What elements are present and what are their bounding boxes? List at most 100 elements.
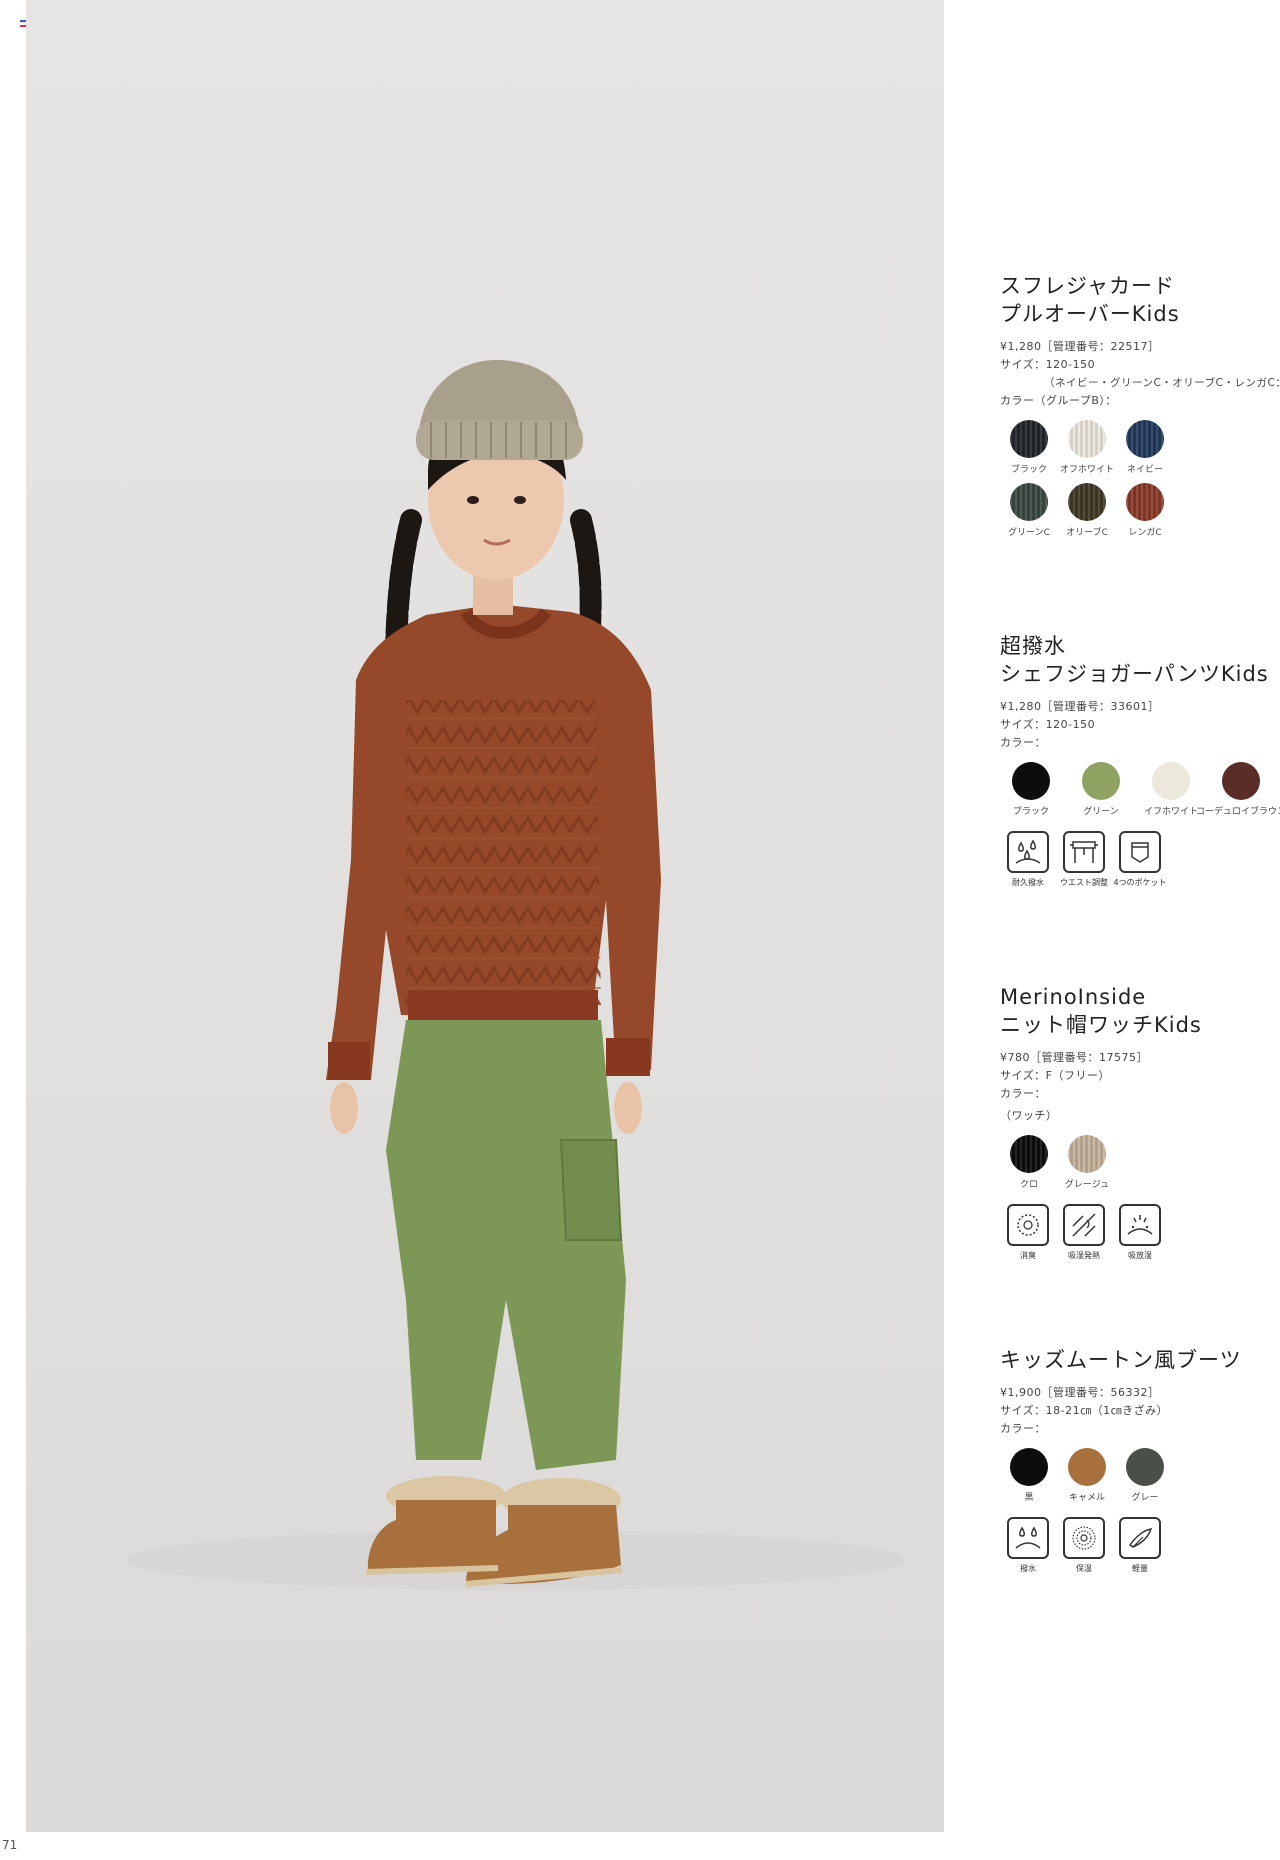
color-swatch: コーデュロイブラウン	[1196, 762, 1280, 817]
swatch-dot	[1068, 1135, 1106, 1173]
color-swatch: グリーンC	[1000, 483, 1058, 538]
color-swatches: クロ グレージュ	[1000, 1135, 1180, 1198]
page-number: 71	[2, 1838, 18, 1852]
product-title-line: MerinoInside	[1000, 985, 1147, 1009]
color-swatch: ブラック	[996, 762, 1066, 817]
color-swatch: 黒	[1000, 1448, 1058, 1503]
color-swatch: キャメル	[1058, 1448, 1116, 1503]
swatch-dot	[1068, 420, 1106, 458]
swatch-name: ブラック	[1012, 807, 1049, 817]
product-title-line: 超撥水	[1000, 634, 1066, 658]
moisture-heat-icon	[1063, 1204, 1105, 1246]
size-line: サイズ：F（フリー）	[1000, 1069, 1110, 1082]
feature-breathable: 吸放湿	[1112, 1204, 1168, 1261]
swatch-dot	[1222, 762, 1260, 800]
feature-icons: 消臭 吸湿発熱 吸放湿	[1000, 1204, 1280, 1261]
swatch-dot	[1082, 762, 1120, 800]
product-kids-mouton-boots: キッズムートン風ブーツ ¥1,900［管理番号：56332］ サイズ：18-21…	[1000, 1346, 1280, 1574]
feature-label: 吸湿発熱	[1068, 1251, 1100, 1260]
price-line: ¥780［管理番号：17575］	[1000, 1051, 1148, 1064]
pocket-icon	[1119, 831, 1161, 873]
size-line: サイズ：120-150	[1000, 718, 1096, 731]
swatch-dot	[1012, 762, 1050, 800]
swatch-dot	[1010, 483, 1048, 521]
size-line: サイズ：120-150 （ネイビー・グリーンC・オリーブC・レンガC：120なし…	[1000, 356, 1280, 392]
product-souffle-jacquard-pullover: スフレジャカード プルオーバーKids ¥1,280［管理番号：22517］ サ…	[1000, 272, 1280, 546]
swatch-name: グリーン	[1083, 807, 1119, 817]
feature-waist-adjust: ウエスト調整	[1056, 831, 1112, 888]
warmth-icon	[1063, 1517, 1105, 1559]
feature-label: 4つのポケット	[1113, 878, 1167, 887]
size-note: （ネイビー・グリーンC・オリーブC・レンガC：120なし）	[1044, 377, 1280, 389]
swatch-name: グレー	[1131, 1493, 1159, 1503]
swatch-name: コーデュロイブラウン	[1196, 807, 1280, 817]
water-repellent-icon	[1007, 1517, 1049, 1559]
product-title: キッズムートン風ブーツ	[1000, 1346, 1280, 1374]
color-label: カラー：	[1000, 1087, 1046, 1100]
swatch-dot	[1010, 1135, 1048, 1173]
feature-label: 撥水	[1020, 1564, 1036, 1573]
price-line: ¥1,280［管理番号：33601］	[1000, 700, 1160, 713]
color-swatch: ネイビー	[1116, 420, 1174, 475]
product-title-line: シェフジョガーパンツKids	[1000, 662, 1269, 686]
feature-label: ウエスト調整	[1060, 878, 1108, 887]
color-swatch: ブラック	[1000, 420, 1058, 475]
swatch-dot	[1126, 420, 1164, 458]
swatch-name: オフホワイト	[1059, 465, 1114, 475]
swatch-dot	[1126, 483, 1164, 521]
feature-water-repellent: 撥水	[1000, 1517, 1056, 1574]
color-swatches: ブラック グリーン イフホワイト コーデュロイブラウン	[996, 762, 1280, 825]
color-group-label: （ワッチ）	[1000, 1109, 1058, 1122]
feature-icons: 耐久撥水 ウエスト調整 4つのポケット	[1000, 831, 1280, 888]
product-chef-jogger-pants: 超撥水 シェフジョガーパンツKids ¥1,280［管理番号：33601］ サイ…	[1000, 632, 1280, 888]
swatch-name: ネイビー	[1126, 465, 1163, 475]
product-title-line: スフレジャカード	[1000, 274, 1175, 298]
feature-deodorant: 消臭	[1000, 1204, 1056, 1261]
deodorant-icon	[1007, 1204, 1049, 1246]
swatch-dot	[1126, 1448, 1164, 1486]
color-label: カラー（グループB）：	[1000, 394, 1117, 407]
product-title: 超撥水 シェフジョガーパンツKids	[1000, 632, 1280, 688]
feature-icons: 撥水 保温 軽量	[1000, 1517, 1280, 1574]
swatch-name: クロ	[1019, 1180, 1038, 1190]
swatch-name: キャメル	[1068, 1493, 1105, 1503]
swatch-dot	[1152, 762, 1190, 800]
feature-label: 軽量	[1132, 1564, 1148, 1573]
price-line: ¥1,900［管理番号：56332］	[1000, 1386, 1160, 1399]
color-swatches: ブラック オフホワイト ネイビー グリーンC オリーブC レンガC	[1000, 420, 1180, 546]
swatch-name: 黒	[1024, 1493, 1034, 1503]
color-label: カラー：	[1000, 736, 1046, 749]
feature-label: 消臭	[1020, 1251, 1036, 1260]
lightweight-icon	[1119, 1517, 1161, 1559]
color-swatch: オリーブC	[1058, 483, 1116, 538]
swatch-dot	[1010, 420, 1048, 458]
price-line: ¥1,280［管理番号：22517］	[1000, 340, 1160, 353]
swatch-name: イフホワイト	[1143, 807, 1198, 817]
swatch-name: ブラック	[1010, 465, 1047, 475]
swatch-dot	[1068, 1448, 1106, 1486]
product-title-line: キッズムートン風ブーツ	[1000, 1348, 1242, 1372]
swatch-name: グレージュ	[1064, 1180, 1110, 1190]
color-swatch: オフホワイト	[1058, 420, 1116, 475]
color-label: カラー：	[1000, 1422, 1046, 1435]
product-title: スフレジャカード プルオーバーKids	[1000, 272, 1280, 328]
feature-warmth: 保温	[1056, 1517, 1112, 1574]
swatch-dot	[1010, 1448, 1048, 1486]
product-merino-watch-cap: MerinoInside ニット帽ワッチKids ¥780［管理番号：17575…	[1000, 983, 1280, 1261]
swatch-name: レンガC	[1128, 528, 1162, 538]
waist-adjust-icon	[1063, 831, 1105, 873]
product-title: MerinoInside ニット帽ワッチKids	[1000, 983, 1280, 1039]
product-title-line: ニット帽ワッチKids	[1000, 1013, 1202, 1037]
feature-label: 保温	[1076, 1564, 1092, 1573]
breathable-icon	[1119, 1204, 1161, 1246]
color-swatch: グレージュ	[1058, 1135, 1116, 1190]
color-swatch: グリーン	[1066, 762, 1136, 817]
model-photo-illustration	[126, 360, 906, 1590]
swatch-dot	[1068, 483, 1106, 521]
feature-moisture-heat: 吸湿発熱	[1056, 1204, 1112, 1261]
feature-label: 吸放湿	[1128, 1251, 1152, 1260]
color-swatch: レンガC	[1116, 483, 1174, 538]
product-title-line: プルオーバーKids	[1000, 302, 1180, 326]
water-drops-icon	[1007, 831, 1049, 873]
feature-durable-water-repellent: 耐久撥水	[1000, 831, 1056, 888]
